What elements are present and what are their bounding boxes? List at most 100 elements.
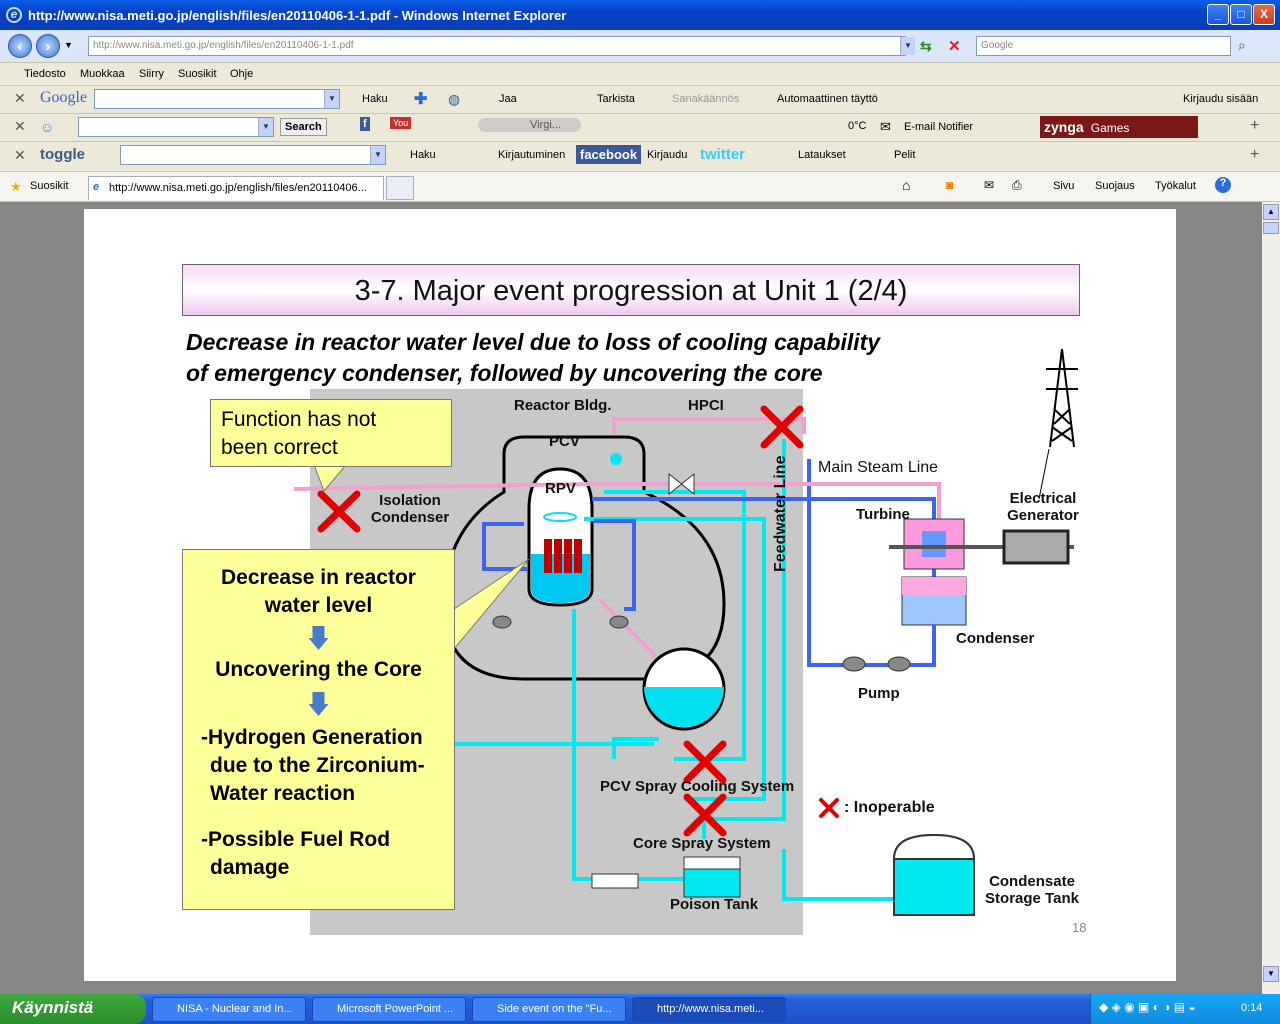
back-button[interactable]: ‹ — [8, 34, 32, 58]
games-label: Games — [1090, 121, 1130, 135]
help-icon[interactable]: ? — [1215, 177, 1231, 193]
check-button[interactable]: Tarkista — [597, 93, 635, 105]
home-icon[interactable]: ⌂ — [902, 177, 910, 193]
scroll-thumb[interactable] — [1263, 222, 1279, 234]
start-label: Käynnistä — [12, 998, 94, 1017]
task-powerpoint[interactable]: Microsoft PowerPoint ... — [312, 997, 466, 1022]
fuel-rod — [554, 539, 562, 573]
url-input[interactable]: http://www.nisa.meti.go.jp/english/files… — [88, 36, 906, 56]
minimize-button[interactable]: _ — [1207, 4, 1229, 25]
toggle-search-button[interactable]: Haku — [410, 149, 436, 161]
new-tab-button[interactable] — [386, 176, 414, 200]
search-input[interactable]: Google — [976, 36, 1231, 56]
url-dropdown-icon[interactable]: ▼ — [900, 37, 915, 55]
globe-icon[interactable]: ◍ — [448, 91, 460, 108]
task-ie-active[interactable]: http://www.nisa.meti... — [632, 997, 786, 1022]
toggle-logo: toggle — [40, 146, 85, 163]
search-icon[interactable]: ⌕ — [1238, 37, 1246, 54]
print-icon[interactable]: ⎙ — [1012, 178, 1022, 193]
facebook-logo[interactable]: facebook — [576, 145, 642, 164]
plus-icon[interactable]: ✚ — [414, 89, 427, 109]
menu-edit[interactable]: Muokkaa — [80, 68, 125, 80]
favorites-star-icon[interactable]: ★ — [10, 179, 22, 195]
addon-dropdown-icon[interactable]: ▼ — [258, 118, 273, 136]
recirculation-pump — [609, 615, 629, 629]
title-bar: e http://www.nisa.meti.go.jp/english/fil… — [0, 0, 1280, 30]
add-toolbar-icon[interactable]: + — [1250, 117, 1259, 135]
media-player[interactable]: Virgi... — [478, 118, 581, 132]
label-generator-2: Generator — [1007, 507, 1079, 524]
scroll-up-icon[interactable]: ▲ — [1263, 204, 1279, 220]
legend-inoperable: : Inoperable — [844, 799, 935, 816]
menu-bar: Tiedosto Muokkaa Siirry Suosikit Ohje — [0, 63, 1280, 86]
tools-menu[interactable]: Työkalut — [1155, 180, 1196, 192]
menu-favorites[interactable]: Suosikit — [178, 68, 217, 80]
menu-file[interactable]: Tiedosto — [24, 68, 66, 80]
add-toolbar-icon[interactable]: + — [1250, 146, 1259, 164]
autofill-button[interactable]: Automaattinen täyttö — [777, 93, 878, 105]
poison-tank-top — [683, 856, 741, 870]
menu-go[interactable]: Siirry — [139, 68, 164, 80]
google-dropdown-icon[interactable]: ▼ — [324, 90, 339, 108]
label-condenser: Condenser — [956, 630, 1035, 647]
step-2: Uncovering the Core — [215, 658, 422, 681]
label-isolation-1: Isolation — [379, 492, 441, 509]
weather-readout[interactable]: 0°C — [848, 120, 866, 132]
callout-top-line-2: been correct — [221, 436, 338, 459]
label-pcv: PCV — [549, 433, 580, 450]
twitter-logo[interactable]: twitter — [700, 146, 745, 163]
menu-help[interactable]: Ohje — [230, 68, 253, 80]
transmission-tower-icon — [1046, 348, 1078, 448]
close-button[interactable]: X — [1253, 4, 1275, 25]
email-notifier-button[interactable]: E-mail Notifier — [904, 121, 973, 133]
electrical-generator — [1002, 529, 1070, 565]
vertical-scrollbar[interactable]: ▲ ▼ — [1262, 202, 1280, 994]
share-button[interactable]: Jaa — [499, 93, 517, 105]
sign-in-button[interactable]: Kirjaudu sisään — [1183, 93, 1258, 105]
pdf-page: 3-7. Major event progression at Unit 1 (… — [84, 209, 1176, 981]
favorites-button[interactable]: Suosikit — [30, 180, 69, 192]
facebook-login-button[interactable]: Kirjaudu — [647, 149, 687, 161]
close-toolbar-icon[interactable]: ✕ — [14, 147, 26, 164]
addon-toolbar: ✕ ☺ ▼ Search f You Virgi... 0°C ✉ E-mail… — [0, 114, 1280, 142]
close-toolbar-icon[interactable]: ✕ — [14, 90, 26, 107]
youtube-icon[interactable]: You — [390, 117, 412, 129]
translate-button[interactable]: Sanakäännös — [672, 93, 739, 105]
facebook-icon[interactable]: f — [360, 117, 370, 131]
hpci-node — [610, 453, 622, 465]
addon-search-button[interactable]: Search — [280, 118, 327, 136]
toggle-dropdown-icon[interactable]: ▼ — [370, 146, 385, 164]
label-poison-tank: Poison Tank — [670, 896, 759, 913]
stop-icon[interactable]: ✕ — [948, 37, 961, 55]
step-3-line-2: due to the Zirconium- — [210, 754, 425, 777]
ie-logo-icon: e — [6, 7, 22, 23]
history-dropdown-icon[interactable]: ▼ — [64, 40, 73, 50]
refresh-icon[interactable]: ⇆ — [920, 38, 932, 55]
zynga-games-button[interactable]: zynga Games — [1040, 116, 1198, 138]
toggle-search-input[interactable] — [120, 145, 386, 165]
tray-icons[interactable]: ◆ ◈ ◉ ▣ ◐ ◑ ▤ ◒ — [1099, 1000, 1196, 1014]
rss-icon[interactable]: ◙ — [946, 178, 953, 192]
downloads-button[interactable]: Lataukset — [798, 149, 846, 161]
pdf-viewport: 3-7. Major event progression at Unit 1 (… — [0, 202, 1262, 994]
addon-search-input[interactable] — [78, 117, 274, 137]
task-side-event[interactable]: Side event on the "Fu... — [472, 997, 626, 1022]
login-button[interactable]: Kirjautuminen — [498, 149, 565, 161]
down-arrow-icon — [308, 692, 329, 716]
label-core-spray: Core Spray System — [633, 835, 771, 852]
safety-menu[interactable]: Suojaus — [1095, 180, 1135, 192]
clock: 0:14 — [1241, 1002, 1263, 1014]
mail-icon[interactable]: ✉ — [984, 178, 994, 192]
games-button[interactable]: Pelit — [894, 149, 915, 161]
maximize-button[interactable]: □ — [1230, 4, 1252, 25]
page-number: 18 — [1072, 920, 1087, 935]
page-menu[interactable]: Sivu — [1053, 180, 1074, 192]
forward-button[interactable]: › — [36, 34, 60, 58]
task-nisa[interactable]: NISA - Nuclear and In... — [152, 997, 306, 1022]
tab-current[interactable]: e http://www.nisa.meti.go.jp/english/fil… — [88, 176, 384, 200]
scroll-down-icon[interactable]: ▼ — [1263, 966, 1279, 982]
close-toolbar-icon[interactable]: ✕ — [14, 118, 26, 135]
google-search-button[interactable]: Haku — [362, 93, 388, 105]
start-button[interactable]: Käynnistä — [0, 994, 146, 1024]
google-search-input[interactable] — [94, 89, 340, 109]
